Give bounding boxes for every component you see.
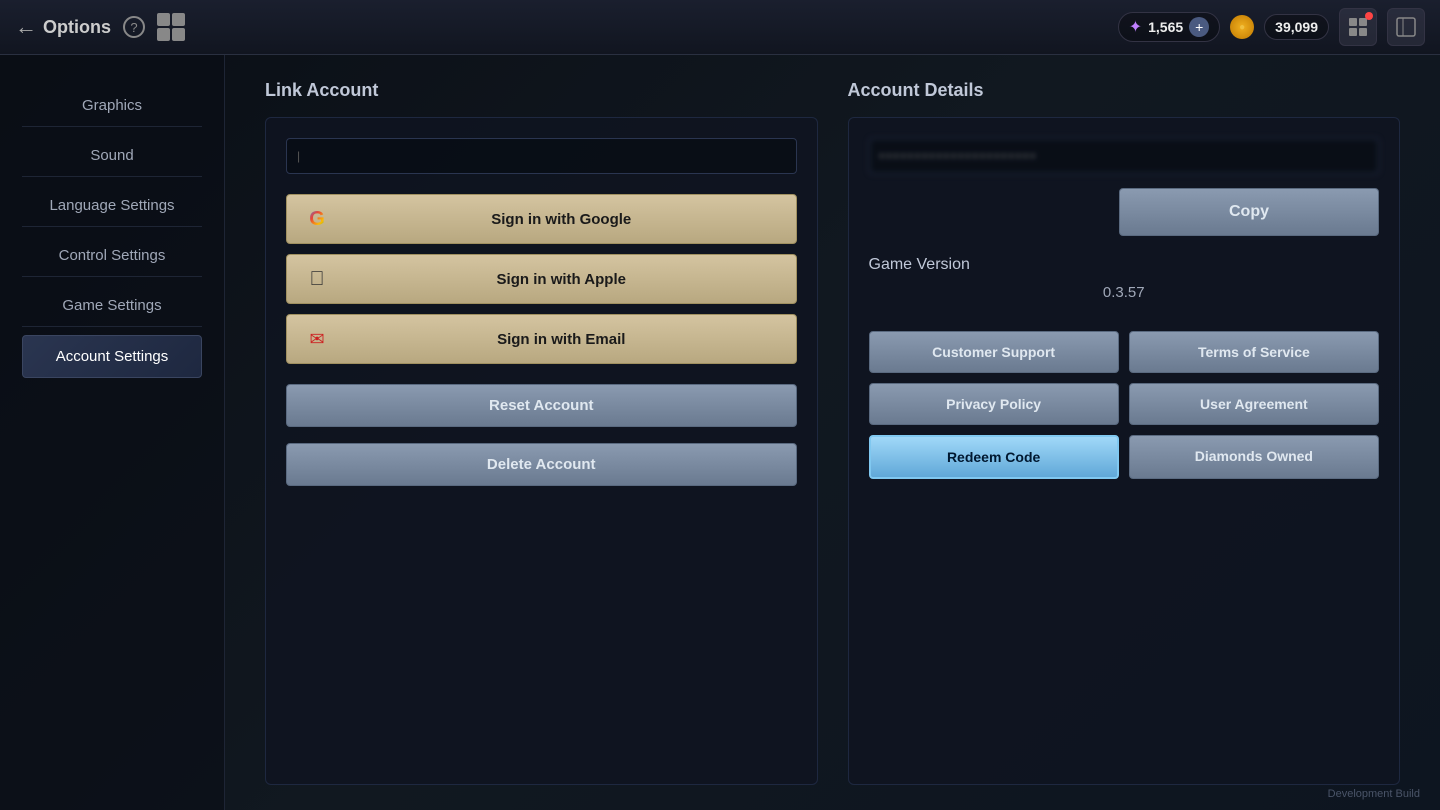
- copy-button[interactable]: Copy: [1119, 188, 1379, 236]
- sidebar-item-graphics[interactable]: Graphics: [22, 85, 202, 127]
- user-id-bar: |: [286, 138, 797, 174]
- grid-view-button[interactable]: [1339, 8, 1377, 46]
- apple-signin-button[interactable]:  Sign in with Apple: [286, 254, 797, 304]
- link-account-title: Link Account: [265, 80, 818, 101]
- back-button[interactable]: ← Options: [15, 14, 111, 40]
- sidebar-item-control[interactable]: Control Settings: [22, 235, 202, 277]
- user-id-text: |: [297, 149, 300, 163]
- email-icon: ✉: [303, 325, 331, 353]
- grid-cell: [157, 13, 170, 26]
- email-signin-label: Sign in with Email: [343, 331, 780, 348]
- grid-cell: [172, 28, 185, 41]
- link-account-panel: Link Account | G Sign in with Google : [265, 80, 818, 785]
- sidebar-item-account[interactable]: Account Settings: [22, 335, 202, 378]
- link-account-inner: | G Sign in with Google  Sign in with A…: [265, 117, 818, 785]
- google-signin-button[interactable]: G Sign in with Google: [286, 194, 797, 244]
- sidebar: Graphics Sound Language Settings Control…: [0, 55, 225, 810]
- add-stars-button[interactable]: +: [1189, 17, 1209, 37]
- account-id-blurred-bar: ••••••••••••••••••••••: [869, 138, 1380, 174]
- content-area: Link Account | G Sign in with Google : [225, 55, 1440, 810]
- terms-of-service-button[interactable]: Terms of Service: [1129, 331, 1379, 373]
- apple-signin-label: Sign in with Apple: [343, 271, 780, 288]
- grid-icon[interactable]: [157, 13, 185, 41]
- account-details-title: Account Details: [848, 80, 1401, 101]
- customer-support-button[interactable]: Customer Support: [869, 331, 1119, 373]
- apple-icon: : [303, 265, 331, 293]
- bottom-buttons-grid: Customer Support Terms of Service Privac…: [869, 331, 1380, 479]
- sidebar-item-game[interactable]: Game Settings: [22, 285, 202, 327]
- diamonds-owned-button[interactable]: Diamonds Owned: [1129, 435, 1379, 479]
- stars-currency-block: ✦ 1,565 +: [1118, 12, 1220, 42]
- google-signin-label: Sign in with Google: [343, 211, 780, 228]
- stars-value: 1,565: [1148, 19, 1183, 35]
- sidebar-item-language[interactable]: Language Settings: [22, 185, 202, 227]
- notification-dot: [1365, 12, 1373, 20]
- help-icon[interactable]: ?: [123, 16, 145, 38]
- coin-icon: ●: [1230, 15, 1254, 39]
- back-arrow-icon: ←: [15, 14, 37, 40]
- sidebar-item-sound[interactable]: Sound: [22, 135, 202, 177]
- profile-icon: [1395, 16, 1417, 38]
- topbar: ← Options ? ✦ 1,565 + ● 39,099: [0, 0, 1440, 55]
- account-details-inner: •••••••••••••••••••••• Copy Game Version…: [848, 117, 1401, 785]
- redeem-code-button[interactable]: Redeem Code: [869, 435, 1119, 479]
- game-version-label: Game Version: [869, 256, 1380, 274]
- grid-cell: [157, 28, 170, 41]
- main-content: Graphics Sound Language Settings Control…: [0, 55, 1440, 810]
- topbar-left: ← Options ?: [15, 13, 185, 41]
- reset-delete-group: Reset Account Delete Account: [286, 384, 797, 494]
- privacy-policy-button[interactable]: Privacy Policy: [869, 383, 1119, 425]
- sign-in-group: G Sign in with Google  Sign in with App…: [286, 194, 797, 364]
- account-id-blurred-text: ••••••••••••••••••••••: [880, 149, 1038, 163]
- grid-cell: [172, 13, 185, 26]
- grid-squares-icon: [1348, 17, 1368, 37]
- dev-build-label: Development Build: [1328, 788, 1420, 800]
- topbar-right: ✦ 1,565 + ● 39,099: [1118, 8, 1425, 46]
- version-number: 0.3.57: [869, 284, 1380, 301]
- delete-account-button[interactable]: Delete Account: [286, 443, 797, 486]
- star-icon: ✦: [1129, 17, 1142, 37]
- options-title: Options: [43, 17, 111, 38]
- profile-button[interactable]: [1387, 8, 1425, 46]
- account-details-panel: Account Details •••••••••••••••••••••• C…: [848, 80, 1401, 785]
- email-signin-button[interactable]: ✉ Sign in with Email: [286, 314, 797, 364]
- reset-account-button[interactable]: Reset Account: [286, 384, 797, 427]
- coins-currency-block: 39,099: [1264, 14, 1329, 40]
- google-icon: G: [303, 205, 331, 233]
- coins-value: 39,099: [1275, 19, 1318, 35]
- user-agreement-button[interactable]: User Agreement: [1129, 383, 1379, 425]
